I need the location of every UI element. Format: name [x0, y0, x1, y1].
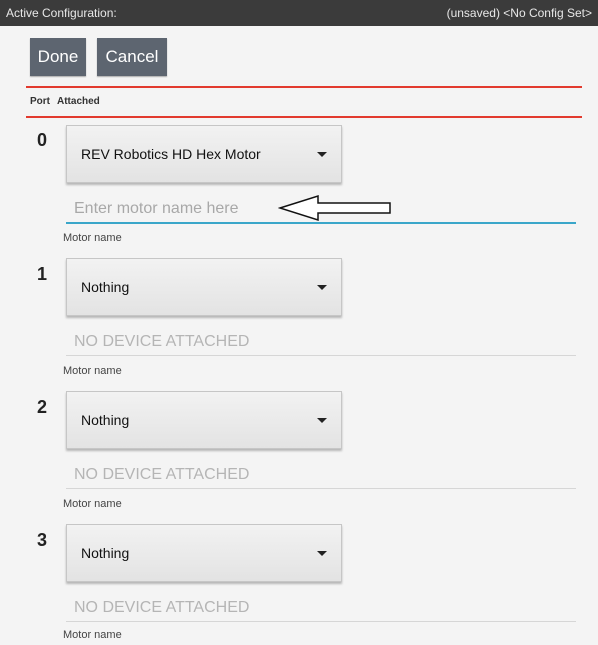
- motor-name-label-port-1: Motor name: [63, 365, 122, 377]
- device-select-value: Nothing: [81, 412, 130, 428]
- arrow-left-icon: [278, 194, 391, 222]
- motor-name-input-port-3[interactable]: NO DEVICE ATTACHED: [66, 594, 576, 622]
- config-status-text: (unsaved) <No Config Set>: [446, 6, 592, 20]
- port-number-2: 2: [37, 397, 48, 417]
- done-button[interactable]: Done: [30, 38, 86, 76]
- port-number-3: 3: [37, 530, 48, 550]
- port-number-1: 1: [37, 264, 48, 284]
- header-divider-top: [26, 86, 582, 88]
- toolbar: Done Cancel: [0, 26, 598, 84]
- motor-name-input-port-1[interactable]: NO DEVICE ATTACHED: [66, 328, 576, 356]
- caret-down-icon: [317, 285, 327, 290]
- device-select-value: Nothing: [81, 279, 130, 295]
- motor-name-label-port-3: Motor name: [63, 629, 122, 641]
- active-configuration-label: Active Configuration:: [6, 6, 117, 20]
- motor-name-placeholder: NO DEVICE ATTACHED: [74, 465, 250, 483]
- motor-name-label-port-0: Motor name: [63, 232, 122, 244]
- header-divider-bottom: [26, 116, 582, 118]
- caret-down-icon: [317, 418, 327, 423]
- attached-header: Attached: [57, 96, 100, 107]
- device-select-port-2[interactable]: Nothing: [66, 391, 342, 449]
- port-number-0: 0: [37, 130, 48, 150]
- motor-name-placeholder: NO DEVICE ATTACHED: [74, 598, 250, 616]
- motor-name-placeholder: Enter motor name here: [74, 200, 239, 217]
- motor-name-label-port-2: Motor name: [63, 498, 122, 510]
- cancel-button[interactable]: Cancel: [97, 38, 167, 76]
- caret-down-icon: [317, 152, 327, 157]
- column-headers: Port Attached: [30, 96, 100, 107]
- device-select-port-1[interactable]: Nothing: [66, 258, 342, 316]
- port-header: Port: [30, 96, 50, 107]
- device-select-value: Nothing: [81, 545, 130, 561]
- motor-name-placeholder: NO DEVICE ATTACHED: [74, 332, 250, 350]
- status-bar: Active Configuration: (unsaved) <No Conf…: [0, 0, 598, 26]
- device-select-port-3[interactable]: Nothing: [66, 524, 342, 582]
- motor-name-input-port-2[interactable]: NO DEVICE ATTACHED: [66, 461, 576, 489]
- device-select-value: REV Robotics HD Hex Motor: [81, 146, 261, 162]
- device-select-port-0[interactable]: REV Robotics HD Hex Motor: [66, 125, 342, 183]
- caret-down-icon: [317, 551, 327, 556]
